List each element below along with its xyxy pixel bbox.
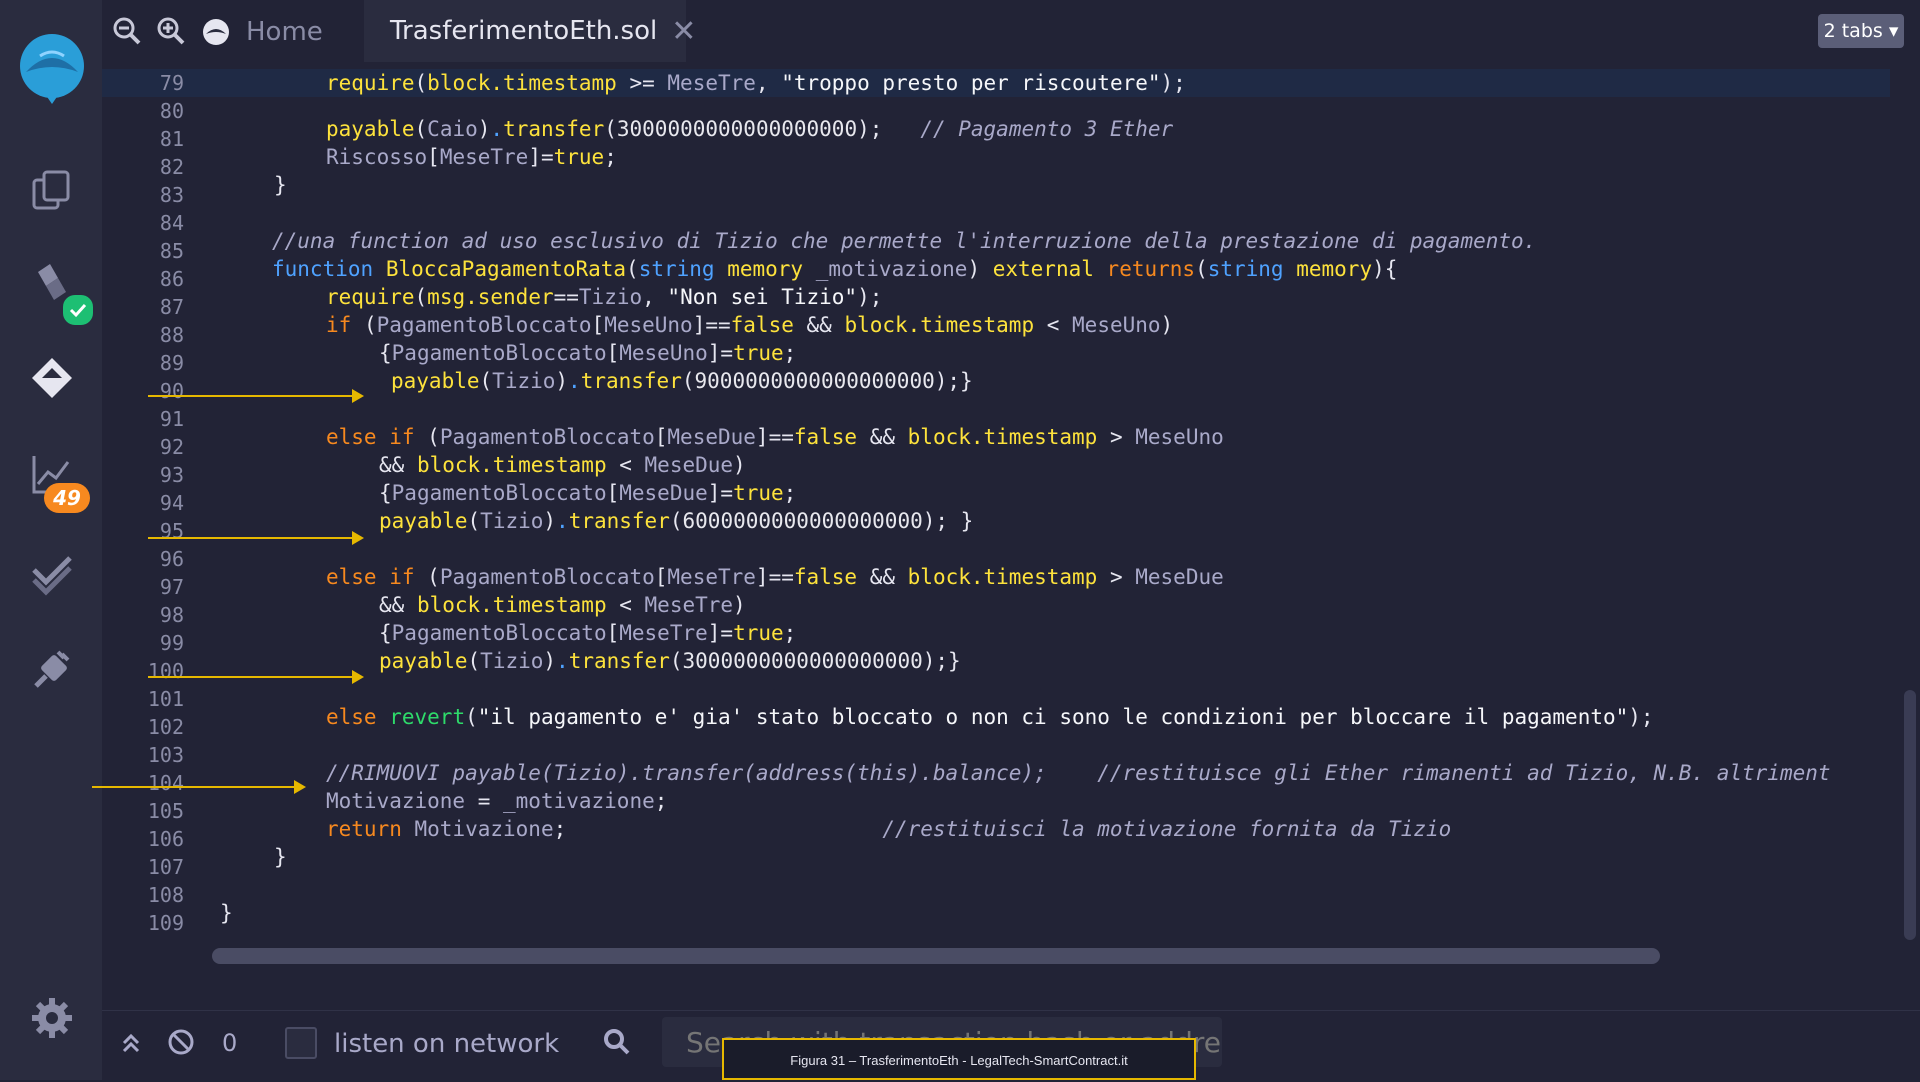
line-number-gutter: 79 80 81 82 83 84 85 86 87 88 89 90 91 92 93 94 95 96 97 98…: [102, 62, 212, 972]
vertical-scrollbar[interactable]: [1904, 690, 1916, 940]
plugin-manager-icon[interactable]: [28, 646, 76, 694]
zoom-in-icon[interactable]: [156, 16, 186, 46]
line-number: 79: [159, 71, 184, 95]
line-number: 105: [147, 799, 184, 823]
annotation-arrow: [148, 389, 364, 403]
code-line: else if (PagamentoBloccato[MeseDue]==fal…: [326, 425, 1224, 449]
code-line: //RIMUOVI payable(Tizio).transfer(addres…: [326, 761, 1831, 785]
line-number: 81: [159, 127, 184, 151]
tab-trasferimentoeth[interactable]: TrasferimentoEth.sol ✕: [364, 0, 696, 62]
testing-check-icon[interactable]: [28, 550, 76, 598]
code-line: {PagamentoBloccato[MeseUno]=true;: [379, 341, 797, 365]
line-number: 108: [147, 883, 184, 907]
code-line: else revert("il pagamento e' gia' stato …: [326, 705, 1654, 729]
line-number: 94: [159, 491, 184, 515]
annotation-arrow: [92, 780, 306, 794]
line-number: 102: [147, 715, 184, 739]
line-number: 89: [159, 351, 184, 375]
code-line: payable(Tizio).transfer(3000000000000000…: [379, 649, 961, 673]
icon-sidebar: 49: [0, 0, 102, 1080]
line-number: 99: [159, 631, 184, 655]
code-line: //una function ad uso esclusivo di Tizio…: [272, 229, 1537, 253]
code-line: payable(Tizio).transfer(6000000000000000…: [379, 509, 974, 533]
line-number: 95: [159, 519, 184, 543]
close-tab-icon[interactable]: ✕: [671, 14, 696, 49]
code-line: require(msg.sender==Tizio, "Non sei Tizi…: [326, 285, 883, 309]
figure-caption: Figura 31 – TrasferimentoEth - LegalTech…: [722, 1038, 1196, 1080]
code-line: && block.timestamp < MeseDue): [379, 453, 746, 477]
line-number: 84: [159, 211, 184, 235]
line-number: 109: [147, 911, 184, 935]
line-number: 98: [159, 603, 184, 627]
pending-tx-count: 0: [222, 1029, 238, 1057]
line-number: 93: [159, 463, 184, 487]
settings-gear-icon[interactable]: [28, 994, 76, 1042]
tab-home-label: Home: [246, 17, 323, 47]
tabs-dropdown-button[interactable]: 2 tabs ▾: [1818, 14, 1904, 48]
line-number: 96: [159, 547, 184, 571]
line-number: 104: [147, 771, 184, 795]
code-line: }: [274, 173, 287, 197]
code-line: else if (PagamentoBloccato[MeseTre]==fal…: [326, 565, 1224, 589]
code-line: Motivazione = _motivazione;: [326, 789, 668, 813]
code-line: function BloccaPagamentoRata(string memo…: [272, 257, 1398, 281]
annotation-arrow: [148, 670, 364, 684]
code-line: payable(Caio).transfer(30000000000000000…: [326, 117, 1174, 141]
code-line: }: [274, 845, 287, 869]
line-number: 83: [159, 183, 184, 207]
remix-logo-icon[interactable]: [10, 26, 94, 110]
deploy-run-icon[interactable]: [28, 354, 76, 402]
line-number: 85: [159, 239, 184, 263]
listen-on-network-checkbox[interactable]: [285, 1027, 317, 1059]
horizontal-scrollbar[interactable]: [212, 948, 1660, 964]
line-number: 86: [159, 267, 184, 291]
code-line: Riscosso[MeseTre]=true;: [326, 145, 617, 169]
listen-on-network-label: listen on network: [334, 1029, 560, 1059]
line-number: 88: [159, 323, 184, 347]
code-line: payable(Tizio).transfer(9000000000000000…: [391, 369, 973, 393]
search-icon: [602, 1027, 632, 1057]
compile-success-icon: [60, 292, 96, 328]
warnings-count-badge: 49: [44, 483, 90, 513]
tab-home[interactable]: Home: [200, 16, 323, 48]
code-line: && block.timestamp < MeseTre): [379, 593, 746, 617]
code-line: }: [220, 901, 233, 925]
line-number: 107: [147, 855, 184, 879]
annotation-arrow: [148, 531, 364, 545]
double-chevron-up-icon[interactable]: [116, 1027, 146, 1057]
code-line: return Motivazione; //restituisci la mot…: [326, 817, 1452, 841]
home-remix-icon: [203, 19, 229, 45]
line-number: 90: [159, 379, 184, 403]
tab-bar: Home TrasferimentoEth.sol ✕ 2 tabs ▾: [102, 0, 1920, 63]
code-line: {PagamentoBloccato[MeseTre]=true;: [379, 621, 797, 645]
clear-terminal-icon[interactable]: [166, 1027, 196, 1057]
line-number: 100: [147, 659, 184, 683]
line-number: 97: [159, 575, 184, 599]
line-number: 82: [159, 155, 184, 179]
code-line: {PagamentoBloccato[MeseDue]=true;: [379, 481, 797, 505]
line-number: 80: [159, 99, 184, 123]
file-explorer-icon[interactable]: [28, 166, 76, 214]
line-number: 103: [147, 743, 184, 767]
line-number: 87: [159, 295, 184, 319]
line-number: 106: [147, 827, 184, 851]
line-number: 92: [159, 435, 184, 459]
line-number: 91: [159, 407, 184, 431]
tab-file-label: TrasferimentoEth.sol: [390, 16, 658, 46]
line-number: 101: [147, 687, 184, 711]
code-line: require(block.timestamp >= MeseTre, "tro…: [326, 71, 1186, 95]
code-editor[interactable]: require(block.timestamp >= MeseTre, "tro…: [212, 62, 1920, 972]
code-line: if (PagamentoBloccato[MeseUno]==false &&…: [326, 313, 1174, 337]
zoom-out-icon[interactable]: [112, 16, 142, 46]
